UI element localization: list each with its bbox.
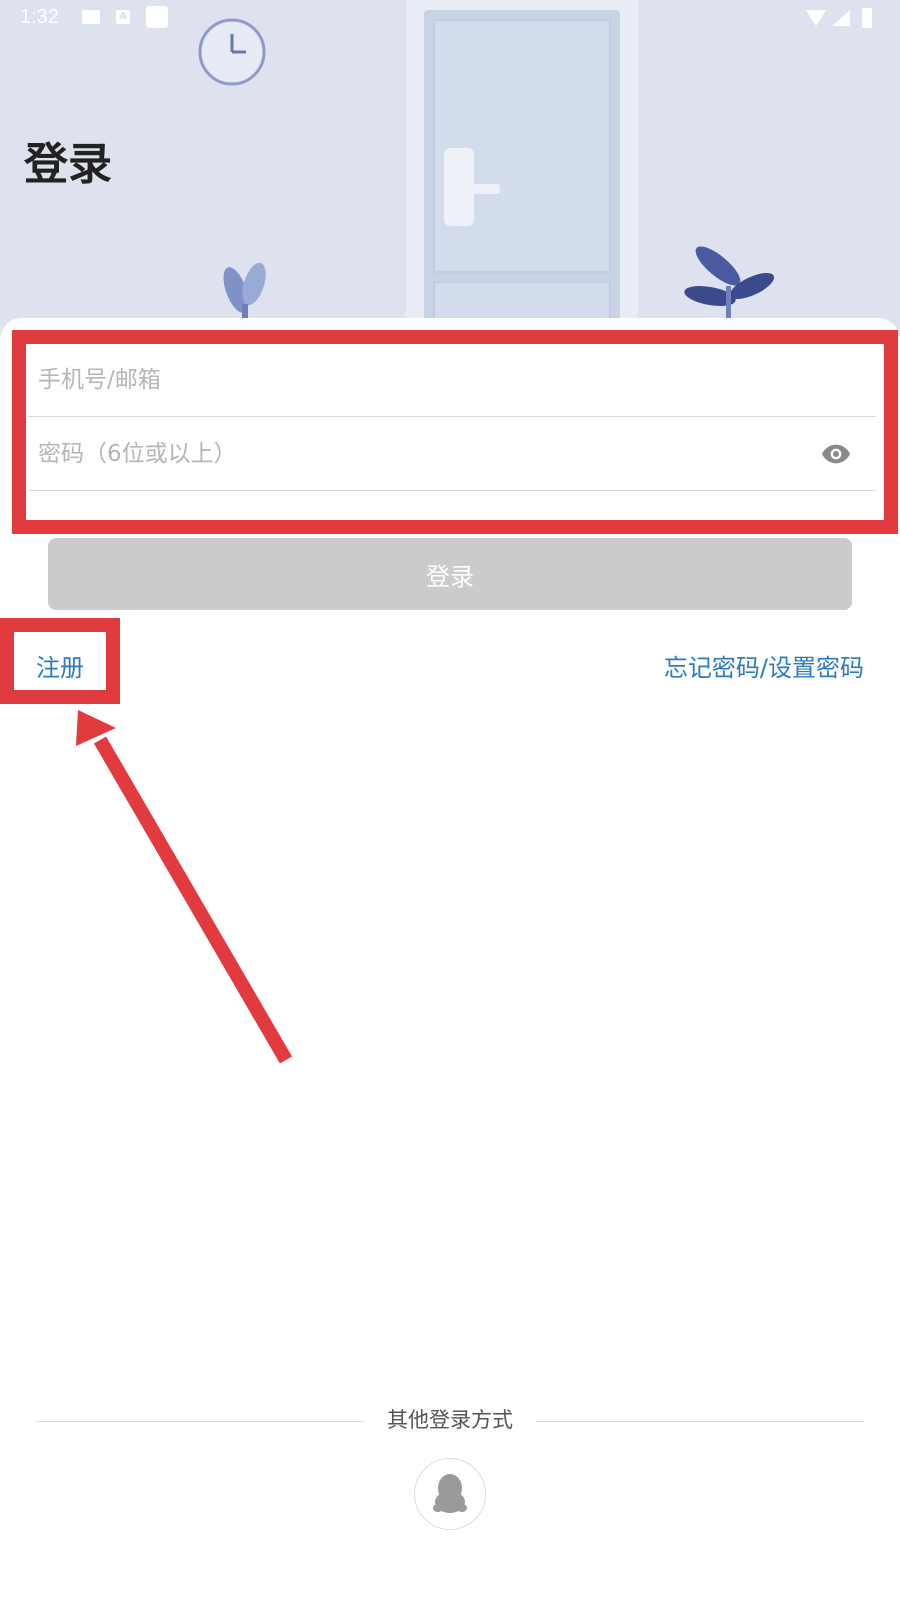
- app-notification-icon: [146, 6, 168, 28]
- header-illustration: 1:32 A 登录: [0, 0, 900, 340]
- system-status-icons: [806, 8, 872, 28]
- image-notification-icon: [82, 10, 100, 24]
- signal-icon: [832, 10, 850, 26]
- register-link[interactable]: 注册: [36, 648, 84, 683]
- qq-login-button[interactable]: [414, 1458, 486, 1530]
- other-login-row: 其他登录方式: [36, 1404, 864, 1438]
- other-login-label: 其他登录方式: [387, 1408, 513, 1432]
- room-illustration: [198, 0, 775, 340]
- status-bar: 1:32 A: [0, 0, 900, 36]
- a-notification-icon: A: [116, 10, 130, 24]
- login-button[interactable]: 登录: [48, 538, 852, 610]
- phone-email-field: [28, 344, 876, 417]
- qq-icon: [433, 1474, 467, 1513]
- field-divider: [28, 420, 876, 491]
- page-title: 登录: [24, 139, 112, 190]
- wifi-icon: [806, 10, 826, 26]
- status-time: 1:32: [20, 6, 59, 28]
- forgot-password-link[interactable]: 忘记密码/设置密码: [664, 648, 864, 683]
- phone-email-input[interactable]: [36, 344, 800, 416]
- battery-icon: [862, 8, 872, 28]
